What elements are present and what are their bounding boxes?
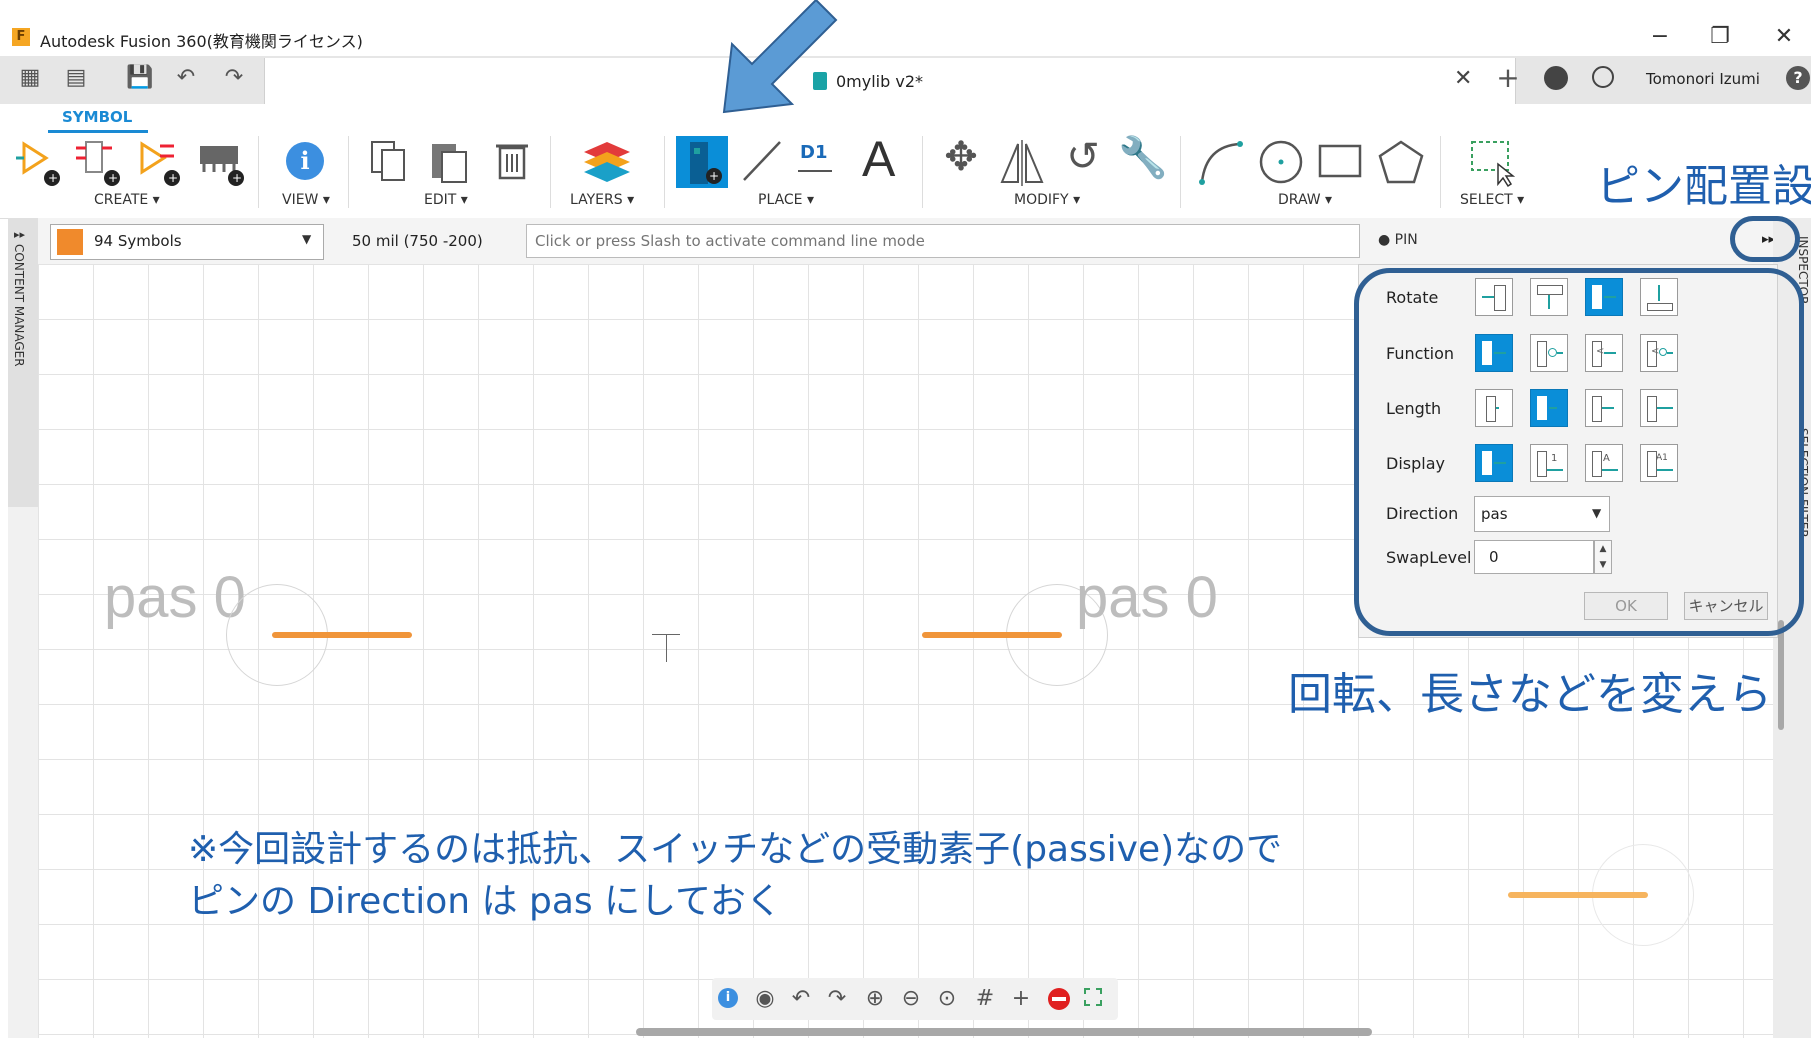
new-tab-button[interactable]: +: [1494, 64, 1522, 92]
rectangle-icon[interactable]: [1316, 138, 1366, 188]
arc-icon[interactable]: [1196, 138, 1246, 188]
divider: [550, 136, 551, 208]
annotation-arrow: [722, 0, 838, 114]
modify-menu[interactable]: MODIFY ▾: [1014, 192, 1080, 208]
mirror-icon[interactable]: [998, 138, 1048, 188]
chevron-down-icon[interactable]: ▼: [302, 232, 311, 246]
redo-icon[interactable]: ↷: [824, 986, 850, 1011]
layer-color-swatch: [57, 229, 83, 255]
pin-line[interactable]: [272, 632, 412, 638]
info-icon[interactable]: i: [718, 988, 738, 1008]
select-window-icon[interactable]: [1468, 138, 1518, 188]
create-component-icon[interactable]: +: [76, 138, 120, 188]
extensions-icon[interactable]: [1544, 66, 1568, 90]
document-tab-title[interactable]: 0mylib v2*: [836, 72, 923, 91]
help-icon[interactable]: ?: [1786, 66, 1810, 90]
place-menu[interactable]: PLACE ▾: [758, 192, 814, 208]
expand-left-icon[interactable]: ▸▸: [14, 228, 25, 241]
annotation-note-right: 回転、長さなどを変えら: [1288, 669, 1772, 720]
divider: [922, 136, 923, 208]
annotation-heading: ピン配置設: [1596, 161, 1811, 212]
undo-icon[interactable]: ↶: [788, 986, 814, 1011]
horizontal-scrollbar[interactable]: [636, 1028, 1372, 1036]
create-package-icon[interactable]: +: [196, 138, 246, 188]
wrench-icon[interactable]: 🔧: [1118, 134, 1168, 181]
create-pin-symbol-icon[interactable]: +: [16, 138, 60, 188]
place-pin-button[interactable]: +: [676, 136, 728, 188]
divider: [348, 136, 349, 208]
annotation-note-line2: ピンの Direction は pas にしておく: [188, 881, 782, 922]
toolbar: [0, 104, 1811, 219]
save-icon[interactable]: 💾: [126, 64, 154, 92]
svg-text:+: +: [232, 171, 242, 185]
create-menu[interactable]: CREATE ▾: [94, 192, 160, 208]
select-window-icon[interactable]: [1084, 988, 1102, 1006]
info-icon[interactable]: i: [286, 142, 324, 180]
create-gate-icon[interactable]: +: [136, 138, 180, 188]
divider: [258, 136, 259, 208]
circle-icon[interactable]: [1256, 138, 1306, 188]
divider: [1180, 136, 1181, 208]
select-menu[interactable]: SELECT ▾: [1460, 192, 1524, 208]
content-manager-tab[interactable]: CONTENT MANAGER: [12, 244, 26, 367]
restore-button[interactable]: ❐: [1700, 22, 1740, 52]
layers-menu[interactable]: LAYERS ▾: [570, 192, 634, 208]
name-icon-underline: [798, 170, 832, 172]
active-tab-underline: [48, 130, 148, 133]
pin-line[interactable]: [922, 632, 1062, 638]
layers-icon[interactable]: [580, 138, 634, 188]
cursor-crosshair-h: [652, 634, 680, 635]
layer-value: 94 Symbols: [94, 232, 182, 250]
zoom-in-icon[interactable]: ⊕: [862, 986, 888, 1011]
zoom-out-icon[interactable]: ⊖: [898, 986, 924, 1011]
annotation-box-panel: [1354, 268, 1804, 636]
annotation-note-line1: ※今回設計するのは抵抗、スイッチなどの受動素子(passive)なので: [188, 829, 1283, 870]
undo-icon[interactable]: ↶: [172, 64, 200, 92]
edit-menu[interactable]: EDIT ▾: [424, 192, 468, 208]
left-strip-lower: [8, 507, 38, 1038]
draw-menu[interactable]: DRAW ▾: [1278, 192, 1332, 208]
stop-icon[interactable]: [1048, 988, 1070, 1010]
view-menu[interactable]: VIEW ▾: [282, 192, 330, 208]
command-line-input[interactable]: [526, 224, 1360, 258]
app-grid-icon[interactable]: ▦: [16, 64, 44, 92]
pin-label-text: pas 0: [1076, 565, 1218, 630]
paste-icon[interactable]: [428, 138, 472, 188]
eye-icon[interactable]: ◉: [752, 986, 778, 1011]
redo-icon[interactable]: ↷: [220, 64, 248, 92]
grid-icon[interactable]: #: [972, 986, 998, 1011]
layer-dropdown[interactable]: [50, 224, 324, 260]
rotate-icon[interactable]: ↺: [1058, 134, 1108, 180]
tab-symbol[interactable]: SYMBOL: [62, 108, 132, 126]
name-icon[interactable]: D1: [800, 142, 827, 163]
minimize-button[interactable]: −: [1640, 22, 1680, 52]
job-status-icon[interactable]: [1592, 66, 1614, 88]
file-menu-icon[interactable]: ▤: [62, 64, 90, 92]
delete-icon[interactable]: [492, 138, 536, 188]
grid-coordinate-readout: 50 mil (750 -200): [352, 232, 483, 250]
zoom-fit-icon[interactable]: ⊙: [934, 986, 960, 1011]
move-icon[interactable]: ✥: [936, 134, 986, 180]
wire-icon[interactable]: [740, 138, 784, 188]
copy-icon[interactable]: [368, 138, 412, 188]
divider: [664, 136, 665, 208]
svg-text:+: +: [48, 171, 58, 185]
svg-text:+: +: [108, 171, 118, 185]
pin-panel-header: ● PIN: [1378, 232, 1418, 248]
svg-text:+: +: [168, 171, 178, 185]
user-account[interactable]: Tomonori Izumi: [1646, 70, 1760, 88]
app-logo-icon: F: [12, 28, 30, 46]
window-title: Autodesk Fusion 360(教育機関ライセンス): [40, 32, 363, 51]
close-tab-button[interactable]: ✕: [1454, 66, 1472, 91]
close-window-button[interactable]: ✕: [1764, 22, 1804, 52]
text-icon[interactable]: A: [862, 130, 895, 188]
annotation-box-expand: [1730, 216, 1800, 262]
crosshair-icon[interactable]: +: [1008, 986, 1034, 1011]
pin-label-text: pas 0: [104, 565, 246, 630]
pin-line[interactable]: [1508, 892, 1648, 898]
divider: [1440, 136, 1441, 208]
polygon-icon[interactable]: [1376, 138, 1426, 188]
cursor-crosshair: [666, 634, 667, 662]
